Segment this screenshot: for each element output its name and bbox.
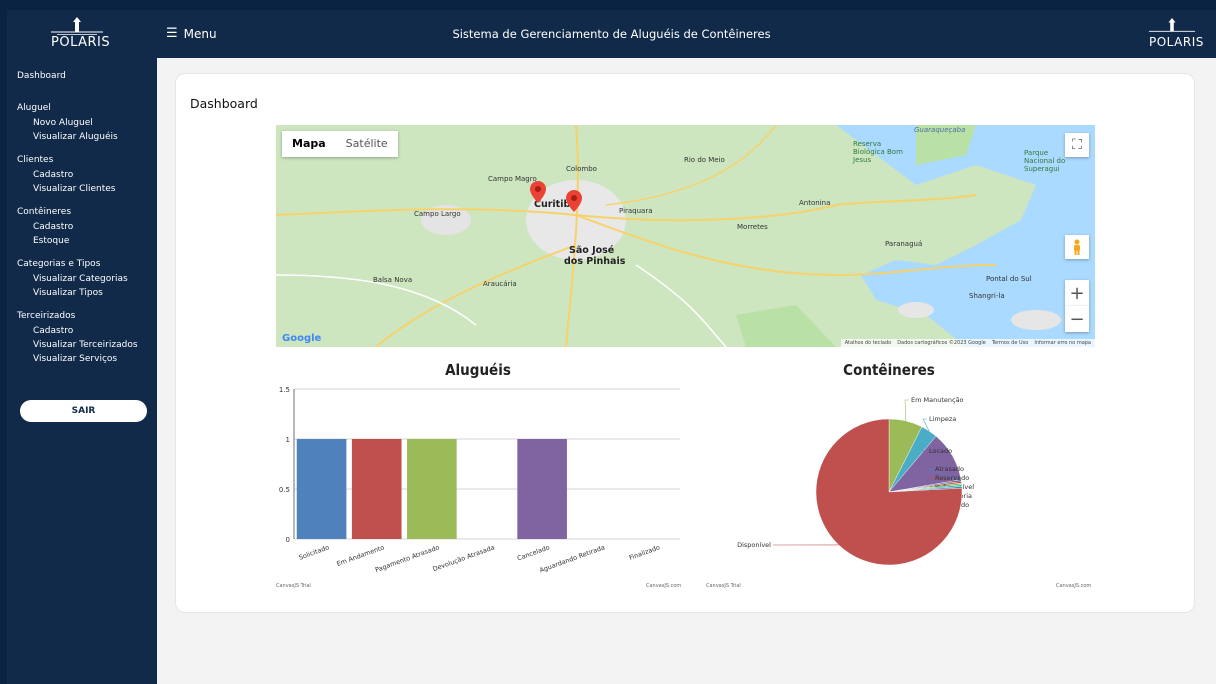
app-title: Sistema de Gerenciamento de Aluguéis de … — [452, 27, 771, 41]
bar-chart: 00.511.5Solicitado Em AndamentoPagamento … — [279, 386, 680, 574]
attribution-shortcuts[interactable]: Atalhos do teclado — [845, 340, 891, 346]
pegman-icon[interactable] — [1065, 235, 1089, 259]
bar-y-tick-label: 1.5 — [279, 386, 290, 394]
map-pin-icon[interactable] — [566, 190, 582, 212]
sidebar-group-categorias[interactable]: Categorias e Tipos — [7, 256, 157, 272]
pie-connector — [904, 399, 909, 421]
bar-y-tick-label: 0 — [286, 536, 290, 544]
zoom-out-button[interactable]: − — [1065, 306, 1089, 332]
google-logo: Google — [282, 333, 322, 344]
brand-name: POLARIS — [1149, 35, 1204, 49]
map-type-map-button[interactable]: Mapa — [282, 131, 336, 157]
map-label-colombo: Colombo — [566, 165, 597, 173]
sidebar-item-cadastro-terceirizados[interactable]: Cadastro — [7, 324, 157, 338]
map-type-toggle: Mapa Satélite — [282, 131, 398, 157]
map-label-paranagua: Paranaguá — [885, 240, 923, 248]
bar-y-tick-label: 1 — [286, 436, 290, 444]
map-label-shangri-la: Shangri-la — [969, 292, 1005, 300]
bar-x-tick-label: Solicitado — [298, 543, 331, 561]
sidebar-item-estoque[interactable]: Estoque — [7, 234, 157, 248]
attribution-data: Dados cartográficos ©2023 Google — [897, 340, 986, 346]
pie-label: Disponível — [737, 541, 771, 549]
map-label-antonina: Antonina — [799, 199, 831, 207]
sidebar-item-visualizar-terceirizados[interactable]: Visualizar Terceirizados — [7, 338, 157, 352]
map-label-rio-do-meio: Rio do Meio — [684, 156, 725, 164]
sidebar-group-conteineres[interactable]: Contêineres — [7, 204, 157, 220]
sidebar-item-novo-aluguel[interactable]: Novo Aluguel — [7, 116, 157, 130]
map-label-reserva: Reserva Biológica Bom Jesus — [853, 140, 903, 164]
sidebar-item-visualizar-servicos[interactable]: Visualizar Serviços — [7, 352, 157, 366]
sidebar-item-visualizar-alugueis[interactable]: Visualizar Aluguéis — [7, 130, 157, 144]
bar-chart-title: Aluguéis — [445, 361, 511, 379]
pie-chart-title: Contêineres — [843, 361, 935, 379]
sidebar-item-dashboard[interactable]: Dashboard — [7, 68, 157, 84]
page-title: Dashboard — [190, 96, 258, 111]
pie-label: Reservado — [935, 474, 969, 482]
bar-x-tick-label: Cancelado — [516, 543, 551, 562]
map-pin-icon[interactable] — [530, 181, 546, 203]
map-label-guaraquecaba: Guaraqueçaba — [914, 126, 966, 134]
bar-2[interactable] — [407, 439, 457, 539]
bar-y-tick-label: 0.5 — [279, 486, 290, 494]
map-label-dos-pinhais: dos Pinhais — [564, 256, 626, 267]
top-bar: POLARIS ☰ Menu Sistema de Gerenciamento … — [7, 10, 1216, 58]
pie-chart-credit-right: CanvasJS.com — [1056, 583, 1092, 589]
map-label-araucaria: Araucária — [483, 280, 517, 288]
map-label-morretes: Morretes — [737, 223, 768, 231]
sidebar-item-visualizar-categorias[interactable]: Visualizar Categorias — [7, 272, 157, 286]
bar-chart-credit-left: CanvasJS Trial — [276, 583, 311, 589]
sidebar-item-cadastro-clientes[interactable]: Cadastro — [7, 168, 157, 182]
pie-chart-credit-left: CanvasJS Trial — [706, 583, 741, 589]
bar-4[interactable] — [517, 439, 567, 539]
pie-chart: Em Manutenção Limpeza Locado AtrasadoReserv… — [737, 396, 974, 566]
bar-x-tick-label: Devolução Atrasada — [432, 543, 496, 573]
app-frame: POLARIS ☰ Menu Sistema de Gerenciamento … — [7, 10, 1216, 684]
sidebar-group-clientes[interactable]: Clientes — [7, 152, 157, 168]
brand-logo-right: POLARIS — [1149, 16, 1204, 49]
logout-button[interactable]: SAIR — [20, 400, 147, 422]
map-label-sao-jose: São José — [569, 245, 615, 256]
sidebar-group-terceirizados[interactable]: Terceirizados — [7, 308, 157, 324]
pie-label: Atrasado — [935, 465, 964, 473]
map-type-satellite-button[interactable]: Satélite — [336, 131, 398, 157]
bar-x-tick-label: Finalizado — [628, 543, 661, 562]
sidebar-item-visualizar-tipos[interactable]: Visualizar Tipos — [7, 286, 157, 300]
map-label-balsa-nova: Balsa Nova — [373, 276, 413, 284]
lighthouse-icon — [1149, 18, 1195, 32]
zoom-in-button[interactable]: + — [1065, 280, 1089, 306]
bar-0[interactable] — [296, 439, 347, 539]
fullscreen-icon[interactable]: ⛶ — [1065, 133, 1089, 157]
sidebar-item-cadastro-conteineres[interactable]: Cadastro — [7, 220, 157, 234]
sidebar-item-visualizar-clientes[interactable]: Visualizar Clientes — [7, 182, 157, 196]
pie-label: Limpeza — [929, 415, 956, 423]
map-widget[interactable]: Curitiba São José dos Pinhais Colombo Pi… — [276, 125, 1095, 347]
bar-chart-credit-right: CanvasJS.com — [646, 583, 682, 589]
attribution-report[interactable]: Informar erro no mapa — [1034, 340, 1091, 346]
map-label-pontal-do-sul: Pontal do Sul — [986, 275, 1032, 283]
bar-1[interactable] — [351, 439, 402, 539]
pie-label: Em Manutenção — [911, 396, 964, 404]
sidebar: Dashboard Aluguel Novo Aluguel Visualiza… — [7, 58, 157, 684]
map-attribution: Atalhos do teclado Dados cartográficos ©… — [840, 339, 1095, 347]
sidebar-group-aluguel[interactable]: Aluguel — [7, 100, 157, 116]
map-label-campo-largo: Campo Largo — [414, 210, 461, 218]
dashboard-card: Dashboard Curitiba São José dos Pinhais … — [175, 73, 1195, 613]
attribution-terms[interactable]: Termos de Uso — [992, 340, 1029, 346]
map-label-piraquara: Piraquara — [619, 207, 653, 215]
pie-label: Locado — [929, 447, 952, 455]
